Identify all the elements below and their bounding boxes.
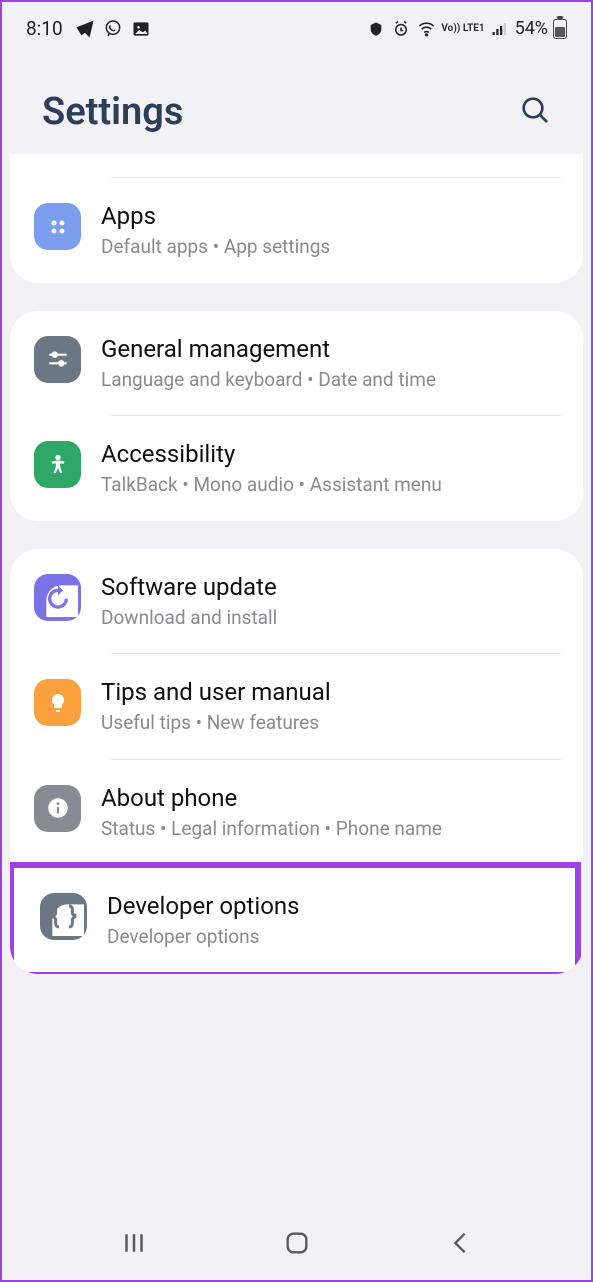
highlighted-item-wrapper: Developer options Developer options — [10, 862, 581, 975]
braces-icon — [40, 893, 87, 940]
item-subtitle: Developer options — [107, 924, 551, 951]
recents-button[interactable] — [114, 1223, 154, 1263]
battery-percent: 54% — [515, 18, 548, 39]
gallery-icon — [131, 19, 151, 39]
navigation-bar — [2, 1206, 591, 1280]
home-button[interactable] — [277, 1223, 317, 1263]
status-right: Vo)) LTE1 54% — [366, 18, 567, 39]
settings-item-general-management[interactable]: General management Language and keyboard… — [10, 311, 583, 416]
item-subtitle: Default apps • App settings — [101, 234, 559, 261]
settings-item-accessibility[interactable]: Accessibility TalkBack • Mono audio • As… — [10, 416, 583, 521]
item-subtitle: Status • Legal information • Phone name — [101, 816, 559, 843]
status-time: 8:10 — [26, 17, 63, 40]
wifi-icon — [416, 19, 436, 39]
settings-card-system: Software update Download and install Tip… — [10, 549, 583, 974]
status-left: 8:10 — [26, 17, 151, 40]
item-title: Developer options — [107, 892, 551, 920]
notification-icon — [366, 19, 386, 39]
settings-card-general: General management Language and keyboard… — [10, 311, 583, 521]
item-subtitle: TalkBack • Mono audio • Assistant menu — [101, 472, 559, 499]
apps-icon — [34, 203, 81, 250]
alarm-icon — [391, 19, 411, 39]
item-title: About phone — [101, 784, 559, 812]
back-button[interactable] — [440, 1223, 480, 1263]
status-bar: 8:10 Vo)) LTE1 54% — [2, 2, 591, 50]
item-title: Software update — [101, 573, 559, 601]
whatsapp-icon — [103, 19, 123, 39]
header: Settings — [2, 50, 591, 154]
settings-item-about-phone[interactable]: About phone Status • Legal information •… — [10, 760, 583, 865]
item-subtitle: Download and install — [101, 605, 559, 632]
settings-card-apps: Apps Default apps • App settings — [10, 154, 583, 283]
network-label: Vo)) LTE1 — [441, 24, 484, 34]
refresh-icon — [34, 574, 81, 621]
signal-icon — [490, 19, 510, 39]
settings-item-developer-options[interactable]: Developer options Developer options — [14, 868, 575, 973]
item-title: Tips and user manual — [101, 678, 559, 706]
settings-item-apps[interactable]: Apps Default apps • App settings — [10, 178, 583, 283]
battery-icon — [553, 19, 567, 39]
item-title: Accessibility — [101, 440, 559, 468]
item-title: General management — [101, 335, 559, 363]
page-title: Settings — [42, 90, 183, 134]
item-subtitle: Useful tips • New features — [101, 710, 559, 737]
info-icon — [34, 785, 81, 832]
telegram-icon — [75, 19, 95, 39]
settings-item-tips[interactable]: Tips and user manual Useful tips • New f… — [10, 654, 583, 759]
search-button[interactable] — [519, 94, 551, 130]
settings-item-software-update[interactable]: Software update Download and install — [10, 549, 583, 654]
accessibility-icon — [34, 441, 81, 488]
item-title: Apps — [101, 202, 559, 230]
item-subtitle: Language and keyboard • Date and time — [101, 367, 559, 394]
sliders-icon — [34, 336, 81, 383]
bulb-icon — [34, 679, 81, 726]
